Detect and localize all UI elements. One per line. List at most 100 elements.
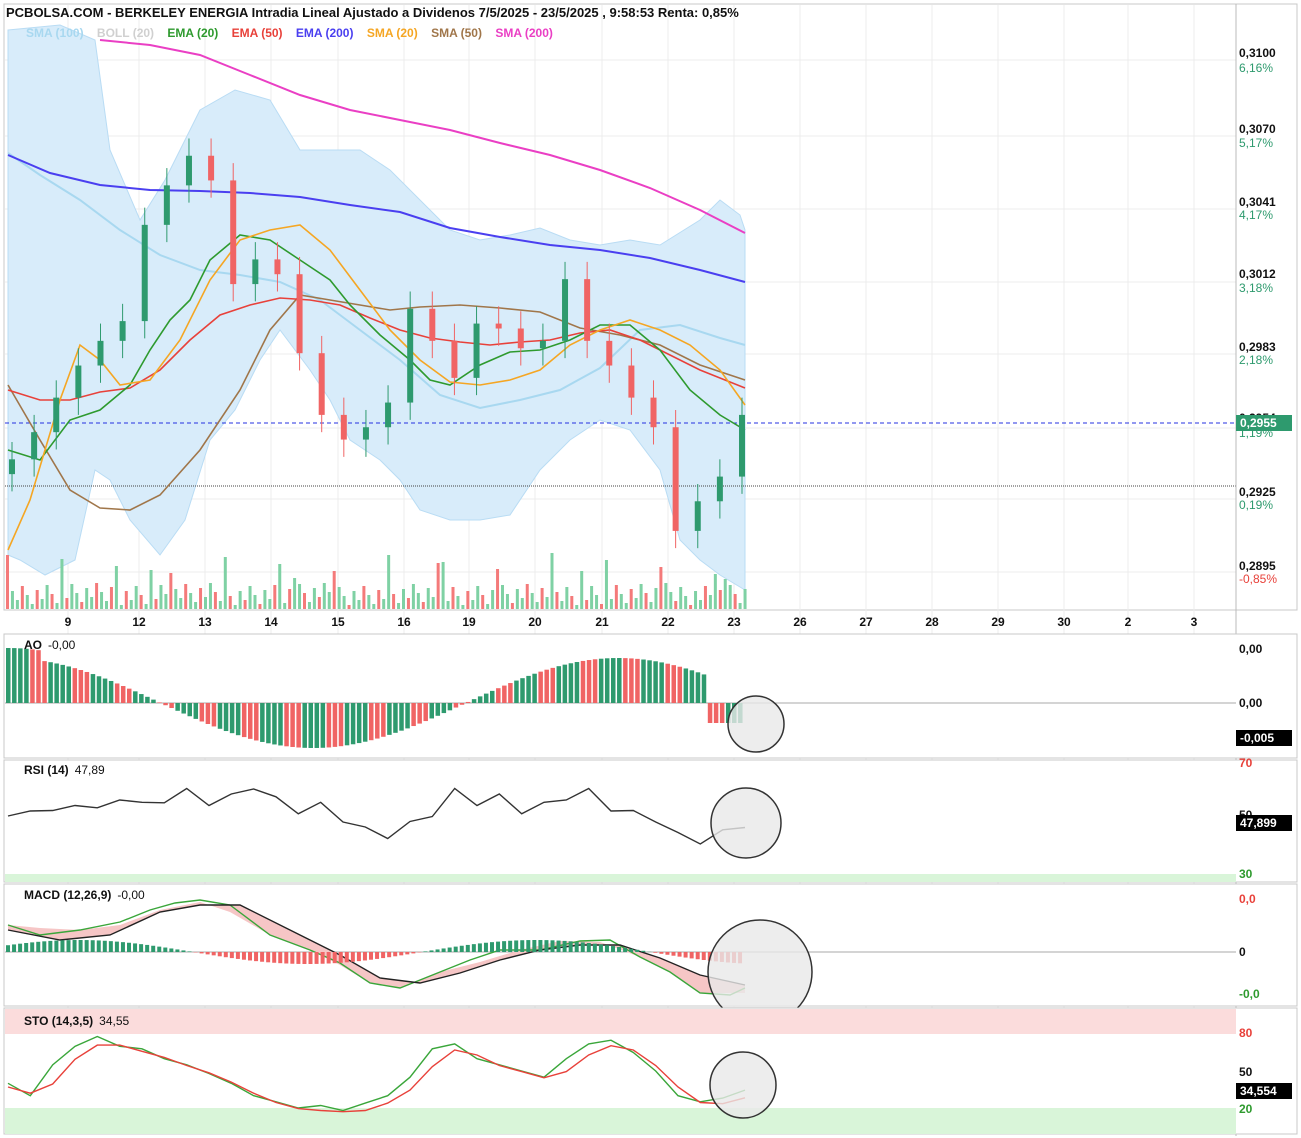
- macd-hist-bar: [314, 952, 319, 964]
- ao-bar: [532, 673, 537, 703]
- volume-bar: [263, 590, 267, 609]
- ao-bar: [471, 699, 477, 703]
- candle-body: [119, 321, 126, 341]
- volume-bar: [317, 597, 321, 609]
- x-tick: 28: [925, 615, 939, 629]
- rsi-axis-tick: 30: [1239, 867, 1253, 881]
- ao-bar: [677, 666, 683, 703]
- volume-bar: [604, 560, 608, 609]
- macd-hist-bar: [151, 945, 156, 952]
- x-tick: 20: [528, 615, 542, 629]
- volume-bar: [129, 600, 133, 609]
- macd-hist-bar: [592, 943, 597, 952]
- volume-bar: [397, 603, 401, 609]
- candle-body: [429, 308, 436, 341]
- ao-bar: [157, 702, 162, 703]
- volume-bar: [392, 594, 396, 609]
- price-tick-pct: 2,18%: [1239, 353, 1274, 367]
- volume-bar: [708, 595, 712, 609]
- volume-bar: [95, 583, 99, 609]
- ao-bar: [483, 693, 489, 703]
- candle-body: [716, 476, 723, 502]
- sto-axis-tick: 80: [1239, 1026, 1253, 1040]
- macd-hist-bar: [72, 940, 77, 952]
- volume-bar: [75, 593, 79, 609]
- macd-hist-bar: [205, 952, 210, 955]
- volume-bar: [149, 570, 153, 609]
- macd-hist-bar: [284, 952, 289, 964]
- volume-bar: [713, 574, 717, 609]
- ao-bar: [296, 703, 301, 748]
- x-tick: 16: [397, 615, 411, 629]
- macd-hist-bar: [532, 940, 537, 952]
- macd-hist-bar: [405, 952, 410, 955]
- volume-bar: [303, 593, 306, 609]
- rsi-oversold-band: [5, 874, 1236, 882]
- macd-axis-tick: -0,0: [1239, 987, 1260, 1001]
- ao-bar: [447, 703, 453, 711]
- volume-bar: [134, 586, 138, 609]
- price-tick-pct: 6,16%: [1239, 61, 1274, 75]
- ao-bar: [356, 703, 362, 744]
- ao-bar: [683, 668, 689, 703]
- macd-hist-bar: [241, 952, 246, 960]
- macd-hist-bar: [78, 940, 83, 952]
- macd-hist-bar: [665, 952, 670, 955]
- rsi-axis-tick: 70: [1239, 756, 1253, 770]
- macd-hist-bar: [653, 952, 658, 953]
- volume-bar: [570, 596, 574, 609]
- ao-value: -0,00: [48, 638, 76, 652]
- ao-bar: [598, 658, 604, 703]
- volume-bar: [590, 586, 594, 609]
- volume-bar: [337, 587, 341, 609]
- volume-bar: [352, 591, 356, 609]
- ao-bar: [66, 666, 71, 703]
- macd-hist-bar: [423, 951, 428, 952]
- macd-hist-bar: [574, 941, 579, 952]
- rsi-last-tag: 47,899: [1236, 815, 1292, 831]
- ao-bar: [544, 669, 549, 703]
- macd-hist-bar: [641, 950, 646, 952]
- macd-hist-bar: [375, 952, 380, 959]
- ao-bar: [671, 665, 676, 703]
- candle-body: [672, 427, 679, 531]
- candle-body: [318, 353, 325, 415]
- ao-bar: [701, 674, 707, 703]
- volume-bar: [154, 599, 158, 609]
- volume-bar: [25, 595, 29, 609]
- price-tick-pct: 4,17%: [1239, 208, 1274, 222]
- macd-axis-tick: 0,0: [1239, 892, 1256, 906]
- legend-item-sma-50: SMA (50): [431, 26, 482, 40]
- ao-name: AO: [24, 638, 42, 652]
- volume-bar: [60, 559, 64, 609]
- ao-bar: [12, 648, 17, 703]
- ao-bar: [241, 703, 247, 738]
- volume-bar: [491, 590, 495, 609]
- macd-hist-bar: [145, 944, 150, 952]
- candle-body: [385, 402, 392, 428]
- candle-body: [53, 397, 60, 433]
- price-tick: 0,2895: [1239, 559, 1276, 573]
- macd-hist-bar: [538, 940, 543, 952]
- ao-bar: [496, 688, 501, 703]
- volume-bar: [228, 596, 232, 609]
- macd-hist-bar: [18, 943, 23, 952]
- macd-hist-bar: [544, 940, 549, 952]
- last-price-tag: 0,2955: [1236, 415, 1292, 431]
- volume-bar: [248, 586, 252, 609]
- volume-bar: [105, 601, 108, 609]
- volume-bar: [659, 567, 663, 609]
- volume-bar: [159, 585, 163, 609]
- volume-bar: [624, 603, 628, 609]
- rsi-name: RSI (14): [24, 763, 69, 777]
- volume-bar: [238, 591, 242, 609]
- ao-bar: [60, 664, 65, 703]
- volume-bar: [258, 604, 262, 609]
- macd-hist-bar: [435, 949, 440, 952]
- x-tick: 15: [331, 615, 345, 629]
- volume-bar: [288, 589, 292, 609]
- ao-bar: [520, 678, 525, 703]
- volume-bar: [520, 598, 524, 609]
- ao-bar: [181, 703, 186, 714]
- macd-hist-bar: [248, 952, 252, 961]
